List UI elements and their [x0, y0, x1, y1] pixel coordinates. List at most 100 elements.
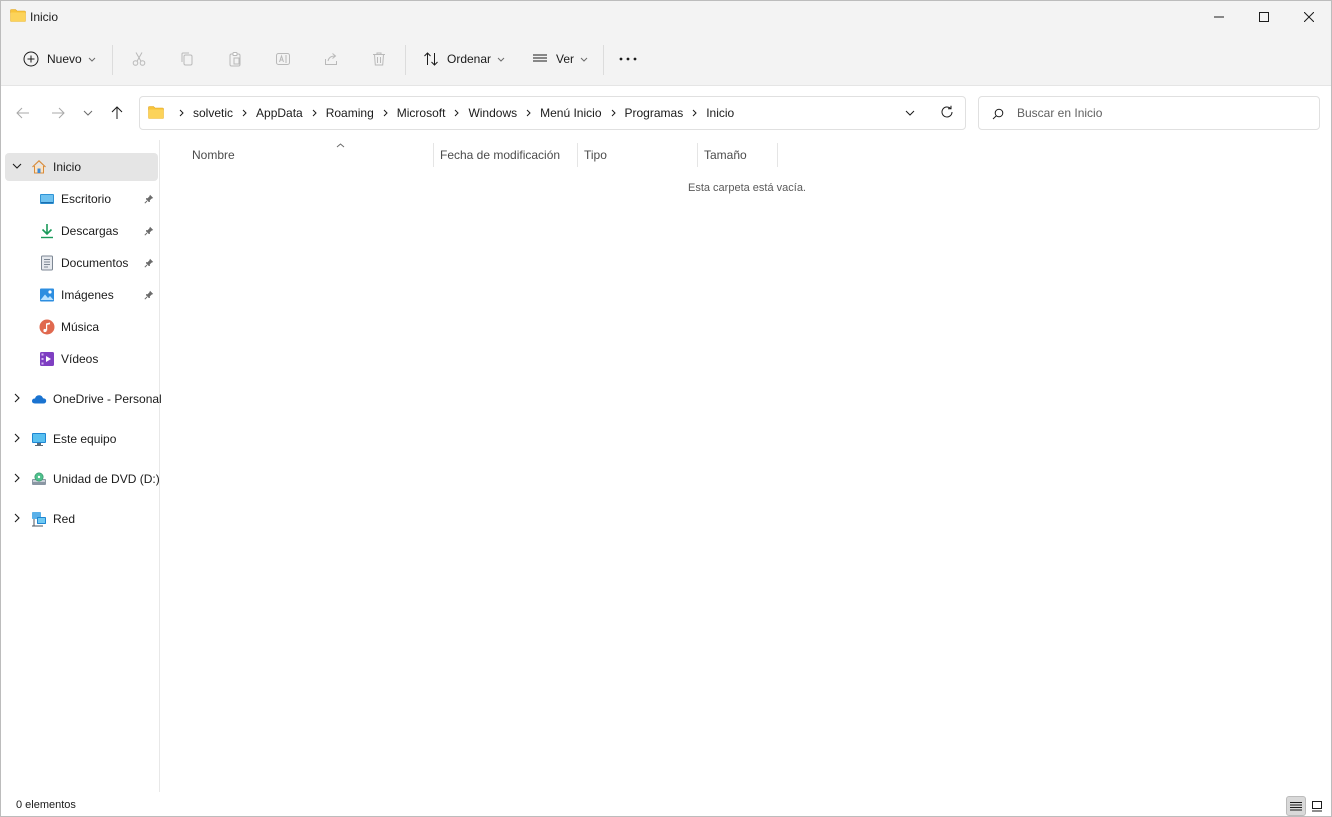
add-circle-icon: [23, 51, 39, 67]
sort-label: Ordenar: [447, 52, 492, 66]
chevron-right-icon: [242, 109, 247, 117]
network-icon: [31, 511, 47, 527]
column-divider[interactable]: [697, 143, 698, 167]
sidebar-item-label: Descargas: [61, 224, 119, 238]
folder-icon: [10, 9, 26, 22]
share-button[interactable]: [317, 44, 345, 74]
view-button[interactable]: Ver: [524, 44, 596, 74]
more-options-button[interactable]: [614, 44, 642, 74]
delete-button[interactable]: [365, 44, 393, 74]
paste-button[interactable]: [221, 44, 249, 74]
pin-icon[interactable]: [144, 194, 154, 204]
arrow-right-icon: [52, 107, 65, 119]
address-history-button[interactable]: [905, 106, 915, 123]
chevron-down-icon: [580, 57, 588, 62]
home-icon: [31, 159, 47, 175]
breadcrumb-item[interactable]: Roaming: [326, 106, 374, 120]
recent-locations-button[interactable]: [76, 102, 100, 124]
chevron-right-icon: [312, 109, 317, 117]
breadcrumb-item[interactable]: solvetic: [193, 106, 233, 120]
breadcrumb-item[interactable]: AppData: [256, 106, 303, 120]
chevron-right-icon: [383, 109, 388, 117]
column-divider[interactable]: [433, 143, 434, 167]
sidebar-item-desktop[interactable]: Escritorio: [5, 185, 158, 213]
sidebar-item-dvd-drive[interactable]: Unidad de DVD (D:): [5, 465, 160, 493]
sidebar-item-music[interactable]: Música: [5, 313, 158, 341]
sidebar-item-label: Red: [53, 512, 76, 526]
breadcrumb-item[interactable]: Windows: [468, 106, 517, 120]
pin-icon[interactable]: [144, 290, 154, 300]
chevron-down-icon: [88, 57, 96, 62]
toolbar-separator: [603, 45, 604, 75]
breadcrumb-item[interactable]: Programas: [625, 106, 684, 120]
up-button[interactable]: [105, 102, 129, 124]
column-header-name[interactable]: Nombre: [192, 143, 432, 167]
forward-button[interactable]: [46, 102, 70, 124]
sidebar-item-network[interactable]: Red: [5, 505, 158, 533]
breadcrumb-item[interactable]: Microsoft: [397, 106, 446, 120]
chevron-down-icon: [83, 110, 93, 116]
sidebar-item-label: Inicio: [53, 160, 82, 174]
sidebar-item-home[interactable]: Inicio: [5, 153, 158, 181]
column-header-modified[interactable]: Fecha de modificación: [440, 143, 576, 167]
cut-button[interactable]: [125, 44, 153, 74]
column-header-label: Tipo: [584, 148, 607, 162]
details-view-icon: [1290, 802, 1302, 811]
chevron-right-icon: [14, 393, 20, 403]
cut-icon: [132, 52, 146, 66]
sort-button[interactable]: Ordenar: [415, 44, 513, 74]
search-box[interactable]: [978, 96, 1320, 130]
close-button[interactable]: [1286, 1, 1331, 33]
minimize-button[interactable]: [1196, 1, 1242, 33]
pin-icon[interactable]: [144, 258, 154, 268]
sidebar-item-pictures[interactable]: Imágenes: [5, 281, 158, 309]
folder-icon: [148, 106, 164, 119]
new-button[interactable]: Nuevo: [15, 44, 104, 74]
sort-icon: [424, 52, 438, 66]
copy-button[interactable]: [173, 44, 201, 74]
window-title: Inicio: [30, 10, 59, 24]
breadcrumb-item-current[interactable]: Inicio: [706, 106, 734, 120]
maximize-button[interactable]: [1241, 1, 1287, 33]
details-view-button[interactable]: [1286, 796, 1306, 816]
sidebar-item-this-pc[interactable]: Este equipo: [5, 425, 158, 453]
empty-folder-message: Esta carpeta está vacía.: [687, 182, 806, 194]
refresh-button[interactable]: [940, 105, 954, 122]
column-header-size[interactable]: Tamaño: [704, 143, 776, 167]
back-button[interactable]: [11, 102, 35, 124]
chevron-right-icon: [526, 109, 531, 117]
sidebar-item-onedrive[interactable]: OneDrive - Personal: [5, 385, 162, 413]
sidebar-item-downloads[interactable]: Descargas: [5, 217, 158, 245]
search-input[interactable]: [1017, 104, 1307, 122]
breadcrumb: solvetic AppData Roaming Microsoft Windo…: [170, 97, 734, 129]
status-bar: 0 elementos: [1, 793, 1331, 816]
breadcrumb-item[interactable]: Menú Inicio: [540, 106, 601, 120]
sidebar-item-label: Vídeos: [61, 352, 99, 366]
rename-button[interactable]: [269, 44, 297, 74]
column-divider[interactable]: [777, 143, 778, 167]
toolbar-separator: [405, 45, 406, 75]
sidebar-item-documents[interactable]: Documentos: [5, 249, 158, 277]
column-header-label: Tamaño: [704, 148, 747, 162]
more-icon: [619, 57, 637, 61]
column-header-type[interactable]: Tipo: [584, 143, 696, 167]
sidebar-item-videos[interactable]: Vídeos: [5, 345, 158, 373]
toolbar-separator: [112, 45, 113, 75]
pin-icon[interactable]: [144, 226, 154, 236]
file-list[interactable]: Nombre Fecha de modificación Tipo Tamaño…: [161, 140, 1331, 792]
column-divider[interactable]: [577, 143, 578, 167]
navigation-pane: Inicio Escritorio Descargas Documentos I…: [1, 140, 162, 792]
share-icon: [325, 53, 337, 65]
sidebar-item-label: OneDrive - Personal: [53, 392, 162, 406]
refresh-icon: [941, 105, 953, 118]
large-icons-view-button[interactable]: [1307, 796, 1327, 816]
chevron-right-icon: [454, 109, 460, 117]
arrow-left-icon: [16, 107, 29, 119]
sort-ascending-icon: [336, 143, 345, 148]
sidebar-item-label: Unidad de DVD (D:): [53, 472, 160, 486]
arrow-up-icon: [111, 106, 123, 119]
chevron-down-icon: [905, 110, 915, 116]
address-row: solvetic AppData Roaming Microsoft Windo…: [1, 86, 1331, 140]
address-bar[interactable]: solvetic AppData Roaming Microsoft Windo…: [139, 96, 966, 130]
title-bar[interactable]: Inicio: [1, 1, 1331, 33]
